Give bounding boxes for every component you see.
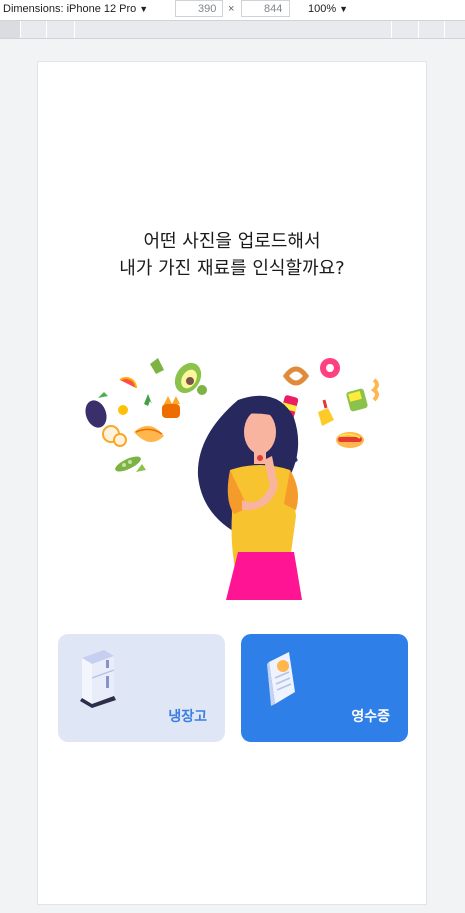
zoom-selector[interactable]: 100% ▼	[308, 3, 348, 15]
refrigerator-icon	[80, 650, 116, 708]
device-viewport: 어떤 사진을 업로드해서 내가 가진 재료를 인식할까요? 냉장고 영수증	[37, 61, 427, 905]
chevron-down-icon: ▼	[139, 4, 149, 14]
times-label: ×	[228, 3, 235, 15]
device-selector[interactable]: Dimensions: iPhone 12 Pro ▼	[3, 3, 148, 15]
device-label: Dimensions: iPhone 12 Pro	[3, 3, 137, 15]
height-input[interactable]: 844	[241, 0, 290, 17]
woman-figure	[197, 395, 302, 600]
width-input[interactable]: 390	[175, 0, 223, 17]
receipt-icon	[267, 652, 295, 706]
devtools-toolbar: Dimensions: iPhone 12 Pro ▼ 390 × 844 100…	[0, 0, 465, 21]
receipt-option-button[interactable]: 영수증	[241, 634, 408, 742]
refrigerator-option-button[interactable]: 냉장고	[58, 634, 225, 742]
question-line-1: 어떤 사진을 업로드해서	[143, 231, 321, 252]
zoom-label: 100%	[308, 3, 337, 15]
thinking-woman-illustration	[85, 358, 379, 600]
receipt-option-label: 영수증	[351, 709, 390, 725]
media-query-ruler	[0, 21, 465, 39]
chevron-down-icon: ▼	[339, 4, 349, 14]
food-icons-left	[85, 358, 207, 472]
refrigerator-option-label: 냉장고	[168, 709, 207, 725]
question-line-2: 내가 가진 재료를 인식할까요?	[119, 258, 345, 279]
upload-question: 어떤 사진을 업로드해서 내가 가진 재료를 인식할까요?	[38, 228, 426, 282]
